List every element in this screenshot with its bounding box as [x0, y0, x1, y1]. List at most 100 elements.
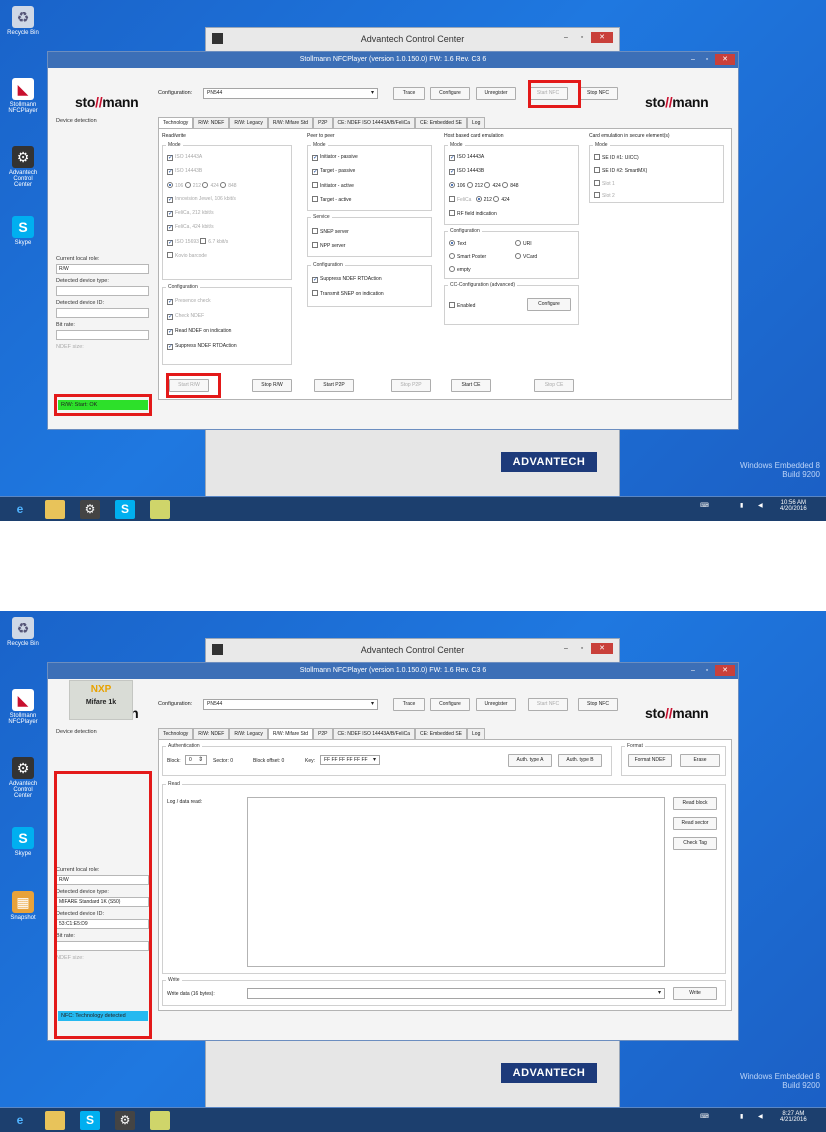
clock[interactable]: 10:56 AM 4/20/2016: [780, 500, 807, 512]
tab-ce-se[interactable]: CE: Embedded SE: [415, 117, 468, 128]
desktop-icon-recycle-bin[interactable]: ♻ Recycle Bin: [6, 617, 40, 647]
minimize-icon[interactable]: –: [559, 32, 573, 43]
stop-ce-button[interactable]: Stop CE: [534, 379, 574, 392]
close-icon[interactable]: ✕: [715, 54, 735, 65]
maximize-icon[interactable]: ▫: [575, 32, 589, 43]
write-data-input[interactable]: ▾: [247, 988, 665, 999]
rw-read-ndef-checkbox[interactable]: ✓ Read NDEF on indication: [167, 328, 231, 335]
stop-rw-button[interactable]: Stop R/W: [252, 379, 292, 392]
format-ndef-button[interactable]: Format NDEF: [628, 754, 672, 767]
rw-felica212-checkbox[interactable]: ✓ FeliCa, 212 kbit/s: [167, 210, 214, 217]
gear-icon[interactable]: ⚙: [115, 1111, 135, 1130]
key-select[interactable]: FF FF FF FF FF FF ▾: [320, 755, 380, 765]
tab-log[interactable]: Log: [467, 117, 486, 128]
check-tag-button[interactable]: Check Tag: [673, 837, 717, 850]
tab-ce-ndef[interactable]: CE: NDEF ISO 14443A/B/FeliCa: [332, 117, 416, 128]
close-icon[interactable]: ✕: [591, 32, 613, 43]
desktop-icon-nfcplayer[interactable]: ◣ Stollmann NFCPlayer: [6, 78, 40, 114]
tab-rw-mifare[interactable]: R/W: Mifare Std: [267, 728, 314, 739]
rw-kovio-checkbox[interactable]: Kovio barcode: [167, 252, 207, 259]
tab-p2p[interactable]: P2P: [313, 728, 333, 739]
trace-button[interactable]: Trace: [393, 87, 425, 100]
tab-rw-ndef[interactable]: R/W: NDEF: [193, 728, 230, 739]
desktop-icon-acc[interactable]: ⚙ Advantech Control Center: [6, 146, 40, 188]
p2p-initiator-passive-checkbox[interactable]: ✓ Initiator - passive: [312, 154, 358, 161]
tab-rw-legacy[interactable]: R/W: Legacy: [229, 728, 268, 739]
p2p-transmit-snep-checkbox[interactable]: Transmit SNEP on indication: [312, 290, 384, 297]
write-button[interactable]: Write: [673, 987, 717, 1000]
clock[interactable]: 8:27 AM 4/21/2016: [780, 1111, 807, 1123]
maximize-icon[interactable]: ▫: [701, 54, 713, 65]
rw-suppress-checkbox[interactable]: ✓ Suppress NDEF RTDAction: [167, 343, 237, 350]
network-icon[interactable]: ▮: [740, 502, 743, 509]
p2p-snep-checkbox[interactable]: SNEP server: [312, 228, 349, 235]
network-icon[interactable]: ▮: [740, 1113, 743, 1120]
minimize-icon[interactable]: –: [687, 54, 699, 65]
hce-felica-checkbox[interactable]: FeliCa 212 424: [449, 196, 510, 203]
hce-smart-poster-radio[interactable]: Smart Poster: [449, 253, 486, 260]
minimize-icon[interactable]: –: [559, 643, 573, 654]
unregister-button[interactable]: Unregister: [476, 87, 516, 100]
rw-felica424-checkbox[interactable]: ✓ FeliCa, 424 kbit/s: [167, 224, 214, 231]
tab-ce-ndef[interactable]: CE: NDEF ISO 14443A/B/FeliCa: [332, 728, 416, 739]
ie-icon[interactable]: e: [10, 1111, 30, 1130]
tab-rw-mifare[interactable]: R/W: Mifare Std: [267, 117, 314, 128]
tab-p2p[interactable]: P2P: [313, 117, 333, 128]
hce-vcard-radio[interactable]: VCard: [515, 253, 537, 260]
rw-presence-check-checkbox[interactable]: ✓ Presence check: [167, 298, 211, 305]
rw-jewel-checkbox[interactable]: ✓ Innovision Jewel, 106 kbit/s: [167, 196, 236, 203]
hce-rf-field-checkbox[interactable]: RF field indication: [449, 210, 497, 217]
nfcplayer-taskbar-icon[interactable]: [150, 1111, 170, 1130]
se-slot1-checkbox[interactable]: Slot 1: [594, 180, 615, 187]
ie-icon[interactable]: e: [10, 500, 30, 519]
close-icon[interactable]: ✕: [715, 665, 735, 676]
configuration-select[interactable]: PN544 ▾: [203, 88, 378, 99]
unregister-button[interactable]: Unregister: [476, 698, 516, 711]
start-ce-button[interactable]: Start CE: [451, 379, 491, 392]
p2p-target-passive-checkbox[interactable]: ✓ Target - passive: [312, 168, 355, 175]
auth-type-a-button[interactable]: Auth. type A: [508, 754, 552, 767]
log-textarea[interactable]: [247, 797, 665, 967]
hce-configure-button[interactable]: Configure: [527, 298, 571, 311]
hce-iso14443b-checkbox[interactable]: ✓ ISO 14443B: [449, 168, 484, 175]
skype-icon[interactable]: S: [115, 500, 135, 519]
p2p-suppress-checkbox[interactable]: ✓ Suppress NDEF RTDAction: [312, 276, 382, 283]
p2p-initiator-active-checkbox[interactable]: Initiator - active: [312, 182, 354, 189]
desktop-icon-skype[interactable]: S Skype: [6, 216, 40, 246]
hce-uri-radio[interactable]: URI: [515, 240, 532, 247]
hce-iso14443a-checkbox[interactable]: ✓ ISO 14443A: [449, 154, 484, 161]
desktop-icon-nfcplayer[interactable]: ◣ Stollmann NFCPlayer: [6, 689, 40, 725]
trace-button[interactable]: Trace: [393, 698, 425, 711]
tab-technology[interactable]: Technology: [158, 117, 194, 128]
minimize-icon[interactable]: –: [687, 665, 699, 676]
tab-rw-ndef[interactable]: R/W: NDEF: [193, 117, 230, 128]
gear-icon[interactable]: ⚙: [80, 500, 100, 519]
start-p2p-button[interactable]: Start P2P: [314, 379, 354, 392]
se-slot2-checkbox[interactable]: Slot 2: [594, 192, 615, 199]
auth-type-b-button[interactable]: Auth. type B: [558, 754, 602, 767]
maximize-icon[interactable]: ▫: [701, 665, 713, 676]
hce-text-radio[interactable]: Text: [449, 240, 466, 247]
skype-icon[interactable]: S: [80, 1111, 100, 1130]
folder-icon[interactable]: [45, 1111, 65, 1130]
stop-nfc-button[interactable]: Stop NFC: [578, 698, 618, 711]
start-nfc-button[interactable]: Start NFC: [528, 698, 568, 711]
tab-technology[interactable]: Technology: [158, 728, 194, 739]
rw-check-ndef-checkbox[interactable]: ✓ Check NDEF: [167, 313, 204, 320]
nfcplayer-taskbar-icon[interactable]: [150, 500, 170, 519]
block-stepper[interactable]: 0 ⇕: [185, 755, 207, 765]
se-uicc-checkbox[interactable]: SE ID #1: UICC): [594, 154, 639, 161]
hce-enabled-checkbox[interactable]: Enabled: [449, 302, 475, 309]
hce-bitrate-radios[interactable]: 106 212 424 848: [449, 182, 519, 189]
keyboard-icon[interactable]: ⌨: [700, 502, 709, 509]
se-smartmx-checkbox[interactable]: SE ID #2: SmartMX): [594, 167, 647, 174]
tab-ce-se[interactable]: CE: Embedded SE: [415, 728, 468, 739]
configure-button[interactable]: Configure: [430, 87, 470, 100]
tab-log[interactable]: Log: [467, 728, 486, 739]
hce-empty-radio[interactable]: empty: [449, 266, 471, 273]
volume-icon[interactable]: ◀: [758, 1113, 763, 1120]
tab-rw-legacy[interactable]: R/W: Legacy: [229, 117, 268, 128]
desktop-icon-acc[interactable]: ⚙ Advantech Control Center: [6, 757, 40, 799]
read-block-button[interactable]: Read block: [673, 797, 717, 810]
desktop-icon-recycle-bin[interactable]: ♻ Recycle Bin: [6, 6, 40, 36]
